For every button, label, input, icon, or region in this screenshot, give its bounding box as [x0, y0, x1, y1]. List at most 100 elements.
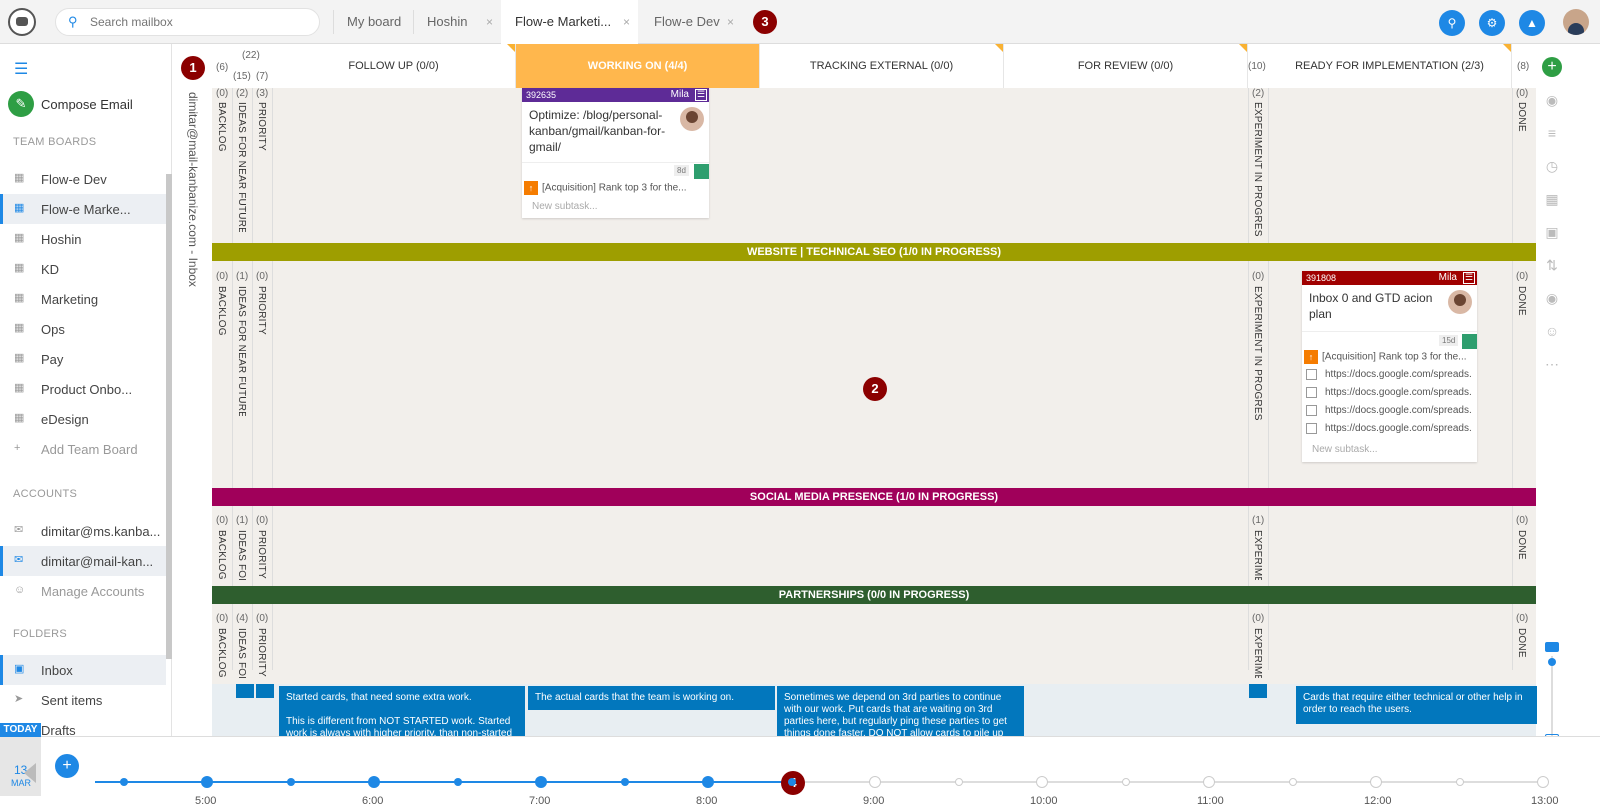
sidebar-item-ops[interactable]: ▦ Ops — [0, 314, 166, 344]
timeline-hour-dot[interactable] — [368, 776, 380, 788]
sort-icon[interactable]: ⇅ — [1544, 257, 1560, 273]
timeline-prev-icon[interactable] — [24, 763, 36, 783]
close-icon[interactable]: × — [623, 0, 630, 44]
new-subtask-input[interactable]: New subtask... — [532, 201, 598, 212]
timeline-hour-dot[interactable] — [201, 776, 213, 788]
column-ready-for-implementation[interactable]: READY FOR IMPLEMENTATION (2/3) — [1268, 44, 1512, 88]
checklist-item[interactable]: https://docs.google.com/spreads... — [1306, 423, 1471, 434]
add-team-board-button[interactable]: + Add Team Board — [0, 434, 166, 464]
card-subtask[interactable]: ↑ [Acquisition] Rank top 3 for the... — [1304, 350, 1474, 364]
menu-icon[interactable]: ☰ — [14, 59, 28, 79]
add-icon[interactable]: + — [1542, 57, 1562, 77]
swimlane-header[interactable]: PARTNERSHIPS (0/0 IN PROGRESS) — [212, 586, 1536, 604]
visibility-icon[interactable]: ◉ — [1544, 290, 1560, 306]
sidebar-scrollbar[interactable] — [166, 174, 172, 659]
timeline-hour-label: 6:00 — [362, 795, 384, 807]
tag-icon[interactable]: ◉ — [1544, 92, 1560, 108]
checkbox[interactable] — [1306, 369, 1317, 380]
sidebar-item-account-ms[interactable]: ✉ dimitar@ms.kanba... — [0, 516, 166, 546]
search-box[interactable]: ⚲ — [55, 8, 320, 36]
ideas-priority-column-header[interactable]: (22) (15) (7) — [232, 44, 272, 88]
column-working-on[interactable]: WORKING ON (4/4) — [516, 44, 760, 88]
timeline-hour-dot[interactable] — [1203, 776, 1215, 788]
checkbox[interactable] — [1306, 423, 1317, 434]
column-for-review[interactable]: FOR REVIEW (0/0) — [1004, 44, 1248, 88]
card-menu-icon[interactable]: ☰ — [695, 89, 707, 101]
checklist-item[interactable]: https://docs.google.com/spreads... — [1306, 387, 1471, 398]
zoom-in-icon[interactable] — [1545, 642, 1559, 652]
people-settings-icon[interactable]: ⚙ — [1479, 10, 1505, 36]
sidebar-item-marketing[interactable]: ▦ Marketing — [0, 284, 166, 314]
assignee-avatar — [1448, 290, 1472, 314]
timeline-half-hour-dot[interactable] — [620, 778, 629, 786]
tab-flow-e-marketing[interactable]: Flow-e Marketi... × — [501, 0, 638, 44]
board-icon: ▦ — [14, 352, 25, 364]
graduation-cap-icon[interactable]: ▲ — [1519, 10, 1545, 36]
close-icon[interactable]: × — [727, 0, 734, 44]
timeline-half-hour-dot[interactable] — [954, 778, 963, 786]
backlog-column-header[interactable]: (6) — [212, 44, 232, 88]
search-icon[interactable]: ⚲ — [1439, 10, 1465, 36]
sidebar-item-hoshin[interactable]: ▦ Hoshin — [0, 224, 166, 254]
compose-email-button[interactable]: ✎ Compose Email — [8, 91, 168, 119]
timeline-half-hour-dot[interactable] — [1288, 778, 1297, 786]
board-icon[interactable]: ▦ — [1544, 191, 1560, 207]
sidebar-item-label: dimitar@mail-kan... — [41, 554, 154, 569]
checklist-item[interactable]: https://docs.google.com/spreads... — [1306, 369, 1471, 380]
board-icon: ▦ — [14, 412, 25, 424]
zoom-slider-handle[interactable] — [1548, 658, 1556, 666]
sidebar-item-label: Add Team Board — [41, 442, 138, 457]
card-subtask[interactable]: ↑ [Acquisition] Rank top 3 for the... — [524, 181, 694, 195]
search-input[interactable] — [90, 13, 310, 31]
timeline-hour-dot[interactable] — [869, 776, 881, 788]
timeline-half-hour-dot[interactable] — [787, 778, 796, 786]
checkbox[interactable] — [1306, 405, 1317, 416]
new-subtask-input[interactable]: New subtask... — [1312, 444, 1378, 455]
timeline-half-hour-dot[interactable] — [453, 778, 462, 786]
task-card[interactable]: 391808 Mila ☰ Inbox 0 and GTD acion plan… — [1302, 271, 1477, 462]
app-logo-icon[interactable] — [8, 8, 36, 36]
timeline-hour-dot[interactable] — [1036, 776, 1048, 788]
done-column-header[interactable]: (8) — [1512, 44, 1536, 88]
image-icon[interactable]: ▣ — [1544, 224, 1560, 240]
tab-flow-e-dev[interactable]: Flow-e Dev × — [640, 0, 742, 44]
timeline-half-hour-dot[interactable] — [1455, 778, 1464, 786]
column-tracking-external[interactable]: TRACKING EXTERNAL (0/0) — [760, 44, 1004, 88]
timeline-hour-dot[interactable] — [1537, 776, 1549, 788]
sidebar-item-pay[interactable]: ▦ Pay — [0, 344, 166, 374]
board-icon: ▦ — [14, 172, 25, 184]
add-user-icon[interactable]: ☺ — [1544, 323, 1560, 339]
today-button[interactable]: TODAY — [0, 723, 41, 737]
close-icon[interactable]: × — [486, 0, 493, 44]
swimlane-header[interactable]: WEBSITE | TECHNICAL SEO (1/0 IN PROGRESS… — [212, 243, 1536, 261]
tab-hoshin[interactable]: Hoshin × — [413, 0, 501, 44]
sidebar-item-inbox[interactable]: ▣ Inbox — [0, 655, 166, 685]
sidebar-item-sent-items[interactable]: ➤ Sent items — [0, 685, 166, 715]
timeline-half-hour-dot[interactable] — [119, 778, 128, 786]
checkbox[interactable] — [1306, 387, 1317, 398]
timeline-hour-dot[interactable] — [535, 776, 547, 788]
sidebar-item-flow-e-dev[interactable]: ▦ Flow-e Dev — [0, 164, 166, 194]
swimlane-header[interactable]: SOCIAL MEDIA PRESENCE (1/0 IN PROGRESS) — [212, 488, 1536, 506]
sidebar-item-product-onboarding[interactable]: ▦ Product Onbo... — [0, 374, 166, 404]
card-menu-icon[interactable]: ☰ — [1463, 272, 1475, 284]
clock-icon[interactable]: ◷ — [1544, 158, 1560, 174]
more-icon[interactable]: ⋯ — [1544, 356, 1560, 372]
task-card[interactable]: 392635 Mila ☰ Optimize: /blog/personal-k… — [522, 88, 709, 218]
filter-icon[interactable]: ≡ — [1544, 125, 1560, 141]
sidebar-item-account-mail[interactable]: ✉ dimitar@mail-kan... — [0, 546, 166, 576]
sidebar-item-edesign[interactable]: ▦ eDesign — [0, 404, 166, 434]
sidebar-item-kd[interactable]: ▦ KD — [0, 254, 166, 284]
manage-accounts-button[interactable]: ☺ Manage Accounts — [0, 576, 166, 606]
sidebar-item-flow-e-marketing[interactable]: ▦ Flow-e Marke... — [0, 194, 166, 224]
user-avatar[interactable] — [1563, 9, 1589, 35]
checklist-item[interactable]: https://docs.google.com/spreads... — [1306, 405, 1471, 416]
column-follow-up[interactable]: FOLLOW UP (0/0) — [272, 44, 516, 88]
timeline-half-hour-dot[interactable] — [1121, 778, 1130, 786]
timeline-hour-dot[interactable] — [1370, 776, 1382, 788]
timeline-half-hour-dot[interactable] — [286, 778, 295, 786]
tab-my-board[interactable]: My board — [333, 0, 413, 44]
experiment-column-header[interactable]: (10) — [1248, 44, 1268, 88]
timeline-hour-dot[interactable] — [702, 776, 714, 788]
add-event-button[interactable]: + — [55, 754, 79, 778]
